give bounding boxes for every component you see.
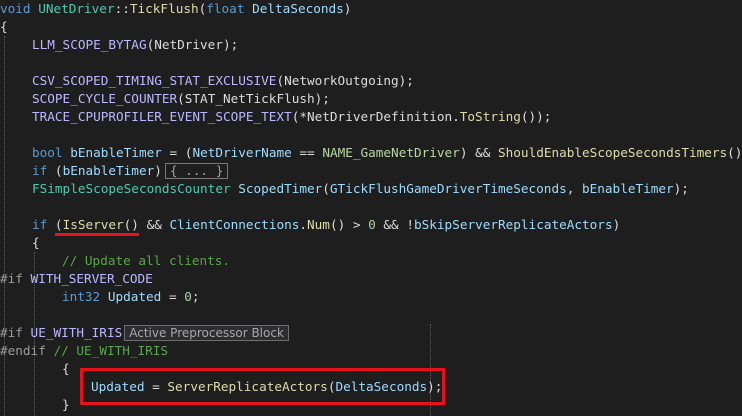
macro-args: (*NetDriverDefinition. — [291, 109, 460, 124]
brace: } — [62, 397, 70, 412]
function-name: ToString — [459, 109, 521, 124]
punct: ) — [612, 217, 621, 232]
macro-args: (STAT_NetTickFlush); — [177, 91, 330, 106]
keyword: void — [0, 1, 31, 16]
code-line-open-brace-inner[interactable]: { — [32, 234, 40, 252]
code-line-close-brace-block[interactable]: } — [62, 396, 70, 414]
function-name: TickFlush — [129, 1, 199, 16]
punct: ( — [322, 181, 330, 196]
parameter: DeltaSeconds — [244, 1, 344, 16]
code-line-enable-timer[interactable]: bool bEnableTimer = (NetDriverName == NA… — [32, 144, 742, 162]
punct: ) — [343, 1, 352, 16]
keyword: int32 — [62, 289, 101, 304]
code-line-if-with-server-code[interactable]: #if WITH_SERVER_CODE — [0, 270, 153, 288]
server-replicate-actors-highlight-box — [80, 368, 445, 405]
macro-args: (NetDriver); — [146, 37, 239, 52]
keyword: bool — [32, 145, 63, 160]
keyword: float — [206, 1, 245, 16]
macro: SCOPE_CYCLE_COUNTER — [32, 91, 178, 106]
code-line-if-ue-with-iris[interactable]: #if UE_WITH_IRIS Active Preprocessor Bloc… — [0, 324, 289, 342]
comment: // Update all clients. — [62, 253, 231, 268]
brace: { — [0, 19, 8, 34]
macro: CSV_SCOPED_TIMING_STAT_EXCLUSIVE — [32, 73, 277, 88]
punct: = ( — [161, 145, 193, 160]
variable: bEnableTimer — [582, 181, 674, 196]
function-name: ShouldEnableScopeSecondsTimers — [498, 145, 728, 160]
variable: ScopedTimer — [230, 181, 323, 196]
code-line-function-signature[interactable]: void UNetDriver::TickFlush(float DeltaSe… — [0, 0, 351, 18]
punct: ( — [47, 163, 63, 178]
variable: NetDriverName — [192, 145, 292, 160]
code-line-trace-cpuprofiler[interactable]: TRACE_CPUPROFILER_EVENT_SCOPE_TEXT(*NetD… — [32, 108, 551, 126]
operator: () && — [123, 217, 170, 232]
variable: GTickFlushGameDriverTimeSeconds — [329, 181, 567, 196]
macro-args: (NetworkOutgoing); — [276, 73, 414, 88]
operator: () > — [329, 217, 369, 232]
macro: UE_WITH_IRIS — [22, 325, 123, 340]
code-line-comment[interactable]: // Update all clients. — [62, 252, 230, 270]
variable: bEnableTimer — [62, 145, 162, 160]
macro-args: ()); — [520, 109, 552, 124]
type-name: FSimpleScopeSecondsCounter — [32, 181, 231, 196]
punct: (); — [727, 145, 742, 160]
variable: bEnableTimer — [62, 163, 155, 178]
preprocessor-directive: #if — [0, 325, 23, 340]
punct: ) — [154, 163, 162, 178]
code-line-open-brace[interactable]: { — [0, 18, 8, 36]
punct: ; — [191, 289, 200, 304]
keyword: if — [32, 217, 48, 232]
code-line-scoped-timer[interactable]: FSimpleScopeSecondsCounter ScopedTimer(G… — [32, 180, 689, 198]
operator: == — [291, 145, 323, 160]
operator: ) && — [459, 145, 499, 160]
comment: // UE_WITH_IRIS — [45, 343, 169, 358]
function-name: Num — [307, 217, 330, 232]
variable: ClientConnections — [169, 217, 300, 232]
number: 0 — [368, 217, 376, 232]
operator: = — [161, 289, 185, 304]
punct: , — [566, 181, 582, 196]
active-preprocessor-tooltip: Active Preprocessor Block — [124, 325, 289, 341]
variable: bSkipServerReplicateActors — [413, 217, 613, 232]
code-line-if-enable-timer[interactable]: if (bEnableTimer){ ... } — [32, 162, 229, 180]
code-line-int-updated[interactable]: int32 Updated = 0; — [62, 288, 200, 306]
code-line-if-isserver[interactable]: if (IsServer() && ClientConnections.Num(… — [32, 216, 620, 234]
macro: WITH_SERVER_CODE — [22, 271, 153, 286]
enum-value: NAME_GameNetDriver — [322, 145, 460, 160]
macro: TRACE_CPUPROFILER_EVENT_SCOPE_TEXT — [32, 109, 292, 124]
code-line-llm-scope[interactable]: LLM_SCOPE_BYTAG(NetDriver); — [32, 36, 238, 54]
scope-operator: :: — [114, 1, 130, 16]
keyword: if — [32, 163, 48, 178]
brace: { — [32, 235, 40, 250]
code-line-open-brace-block[interactable]: { — [62, 360, 70, 378]
preprocessor-directive: #if — [0, 271, 23, 286]
brace: { — [62, 361, 70, 376]
code-line-scope-cycle[interactable]: SCOPE_CYCLE_COUNTER(STAT_NetTickFlush); — [32, 90, 330, 108]
code-line-endif-ue-with-iris[interactable]: #endif // UE_WITH_IRIS — [0, 342, 168, 360]
punct: ( — [47, 217, 63, 232]
function-isserver: IsServer — [62, 217, 124, 232]
preprocessor-directive: #endif — [0, 343, 46, 358]
macro: LLM_SCOPE_BYTAG — [32, 37, 147, 52]
collapsed-block-button[interactable]: { ... } — [164, 163, 229, 179]
punct: ); — [673, 181, 689, 196]
variable: Updated — [100, 289, 162, 304]
number: 0 — [184, 289, 192, 304]
punct: . — [299, 217, 308, 232]
operator: && ! — [375, 217, 414, 232]
code-line-csv-scoped[interactable]: CSV_SCOPED_TIMING_STAT_EXCLUSIVE(Network… — [32, 72, 414, 90]
class-name: UNetDriver — [38, 1, 115, 16]
isserver-red-underline — [55, 233, 139, 236]
code-editor[interactable]: void UNetDriver::TickFlush( float DeltaSe… — [0, 0, 742, 416]
